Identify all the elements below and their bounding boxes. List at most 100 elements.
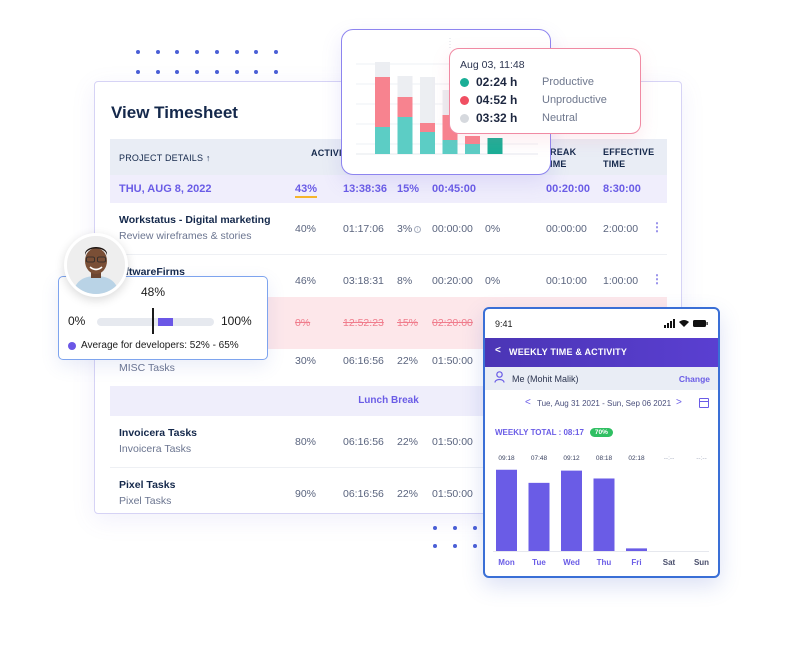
time: 06:16:56 <box>343 355 384 367</box>
user-selector: Me (Mohit Malik) Change <box>485 367 718 390</box>
decorative-dot <box>155 50 160 54</box>
date-label: THU, AUG 8, 2022 <box>119 183 212 195</box>
bar-segment-unproductive[interactable] <box>465 136 480 144</box>
date-summary-row: THU, AUG 8, 2022 43% 13:38:36 15% 00:45:… <box>110 175 667 203</box>
bar-thu[interactable] <box>593 478 615 551</box>
bar-segment-neutral[interactable] <box>397 76 413 97</box>
activity: 0% <box>295 317 311 329</box>
max-label: 100% <box>221 314 252 328</box>
info-icon[interactable]: i <box>414 226 422 233</box>
time: 01:17:06 <box>343 223 384 235</box>
productive-dot-icon <box>460 77 469 87</box>
tooltip-label: Productive <box>542 76 594 88</box>
date-activity: 43% <box>295 183 318 198</box>
day-label: Fri <box>631 558 641 567</box>
column-effective-2: TIME <box>603 159 626 169</box>
effective: 2:00:00 <box>603 223 639 235</box>
decorative-dot <box>136 69 140 74</box>
unproductive-dot-icon <box>460 95 469 105</box>
more-options-icon[interactable]: ⋮ <box>651 220 663 234</box>
bar-mon[interactable] <box>496 469 517 551</box>
activity: 40% <box>295 223 317 235</box>
user-name: Me (Mohit Malik) <box>512 374 579 384</box>
activity: 46% <box>295 275 317 287</box>
time: 03:18:31 <box>343 275 384 287</box>
benchmark-track <box>97 308 214 334</box>
decorative-dot <box>234 50 239 54</box>
decorative-dot <box>175 50 180 54</box>
status-time: 9:41 <box>495 319 513 329</box>
break: 00:00:00 <box>546 223 587 235</box>
tooltip-value: 03:32 h <box>476 111 518 125</box>
more-options-icon[interactable]: ⋮ <box>651 272 663 286</box>
bar-segment-productive[interactable] <box>375 127 390 154</box>
bar-segment-productive[interactable] <box>442 140 458 154</box>
idle: 00:00:00 <box>432 223 473 235</box>
bar-segment-unproductive[interactable] <box>420 123 435 132</box>
activity: 30% <box>295 355 317 367</box>
screen-title: WEEKLY TIME & ACTIVITY <box>509 347 628 357</box>
pct: 22% <box>397 436 419 448</box>
weekly-total: WEEKLY TOTAL : 08:17 70% <box>495 428 613 437</box>
tooltip-label: Unproductive <box>542 94 607 106</box>
change-user-button[interactable]: Change <box>679 374 710 384</box>
signal-wifi-battery-icon <box>664 319 708 330</box>
day-label: Sat <box>663 558 676 567</box>
bar-segment-unproductive[interactable] <box>397 97 413 117</box>
project-name: Workstatus - Digital marketing <box>119 214 271 226</box>
pct2: 0% <box>485 275 501 287</box>
tooltip-label: Neutral <box>542 112 578 124</box>
date-range-selector: < Tue, Aug 31 2021 - Sun, Sep 06 2021 > <box>485 397 718 413</box>
decorative-dot <box>453 526 457 530</box>
column-break-time-1: REAK <box>550 147 577 157</box>
avatar <box>64 233 128 297</box>
min-label: 0% <box>68 314 86 328</box>
effective: 1:00:00 <box>603 275 639 287</box>
pct: 22% <box>397 355 419 367</box>
project-name: Invoicera Tasks <box>119 427 198 439</box>
tooltip-productive: 02:24 h Productive <box>460 74 594 90</box>
activity: 80% <box>295 436 317 448</box>
weekly-percent-badge: 70% <box>589 428 613 437</box>
weekly-bar-chart: 09:18 Mon 07:48 Tue 09:12 Wed 08:18 Thu 02:18 Fri… <box>493 455 709 567</box>
current-percent: 48% <box>141 285 166 299</box>
bar-segment-neutral[interactable] <box>420 77 435 123</box>
bar-segment-productive[interactable] <box>487 138 503 154</box>
tooltip-neutral: 03:32 h Neutral <box>460 110 577 126</box>
decorative-dot <box>433 544 437 548</box>
decorative-dot <box>473 544 477 548</box>
pct: 3% <box>397 223 413 235</box>
decorative-dot <box>254 50 259 54</box>
bar-fri[interactable] <box>626 548 647 551</box>
column-project-details[interactable]: PROJECT DETAILS ↑ <box>119 152 211 164</box>
task-name: Review wireframes & stories <box>119 230 252 242</box>
calendar-icon[interactable] <box>699 398 709 408</box>
average-note-text: Average for developers: 52% - 65% <box>81 340 239 351</box>
person-avatar-icon <box>67 236 125 294</box>
date-effective: 8:30:00 <box>603 183 641 195</box>
column-activity[interactable]: ACTIVI <box>311 147 342 159</box>
bar-segment-unproductive[interactable] <box>375 77 390 127</box>
decorative-dot <box>175 69 180 74</box>
bar-value-label: 08:18 <box>596 455 613 462</box>
bar-tue[interactable] <box>528 482 550 551</box>
next-week-chevron-icon[interactable]: > <box>676 397 682 408</box>
column-effective-1: EFFECTIVE <box>603 147 655 157</box>
bar-segment-productive[interactable] <box>420 132 435 154</box>
pct: 15% <box>397 317 419 329</box>
back-chevron-icon[interactable]: < <box>495 345 501 356</box>
bar-segment-productive[interactable] <box>397 117 413 154</box>
task-name: MISC Tasks <box>119 362 175 374</box>
table-row[interactable]: Workstatus - Digital marketing Review wi… <box>110 203 667 255</box>
bar-segment-neutral[interactable] <box>375 62 390 77</box>
mobile-weekly-card: 9:41 < WEEKLY TIME & ACTIVITY Me (Mohit … <box>483 307 720 578</box>
bar-wed[interactable] <box>561 470 582 551</box>
decorative-dot <box>273 50 278 54</box>
user-icon <box>494 371 505 386</box>
pct: 8% <box>397 275 413 287</box>
previous-week-chevron-icon[interactable]: < <box>525 397 531 408</box>
bar-segment-productive[interactable] <box>465 144 480 154</box>
decorative-dot <box>214 69 219 74</box>
tooltip-value: 04:52 h <box>476 93 518 107</box>
decorative-dot <box>273 69 278 74</box>
